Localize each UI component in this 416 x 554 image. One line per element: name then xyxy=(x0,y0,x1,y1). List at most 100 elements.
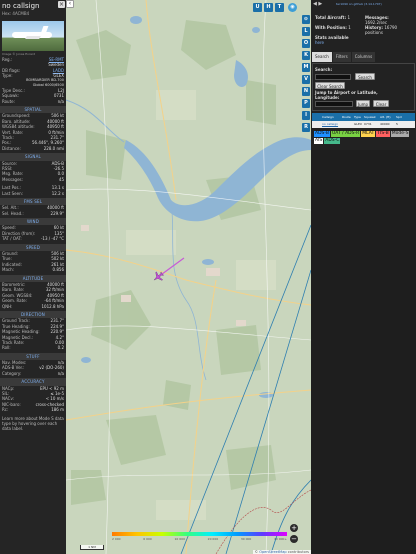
info-label[interactable]: Sel. Head.: xyxy=(2,211,24,216)
map-button-n[interactable]: N xyxy=(302,87,310,96)
signal-list: Source: ADS-B RSSI: -26.5 Msg. Rate: 0.0 Messa… xyxy=(0,161,66,183)
info-label[interactable]: Last Seen: xyxy=(2,191,23,196)
info-label[interactable]: Rc: xyxy=(2,407,8,412)
close-icon[interactable]: × xyxy=(58,1,65,8)
info-value: 229.9° xyxy=(50,210,64,216)
info-value: 45 xyxy=(58,176,64,182)
info-value: 0.856 xyxy=(52,267,64,273)
top-button-u[interactable]: U xyxy=(253,3,262,12)
accuracy-list: NACp: EPU < 92 m SIL: ≤ 1e-5 NACv: < 10 m/s NI… xyxy=(0,386,66,413)
fms-list: Sel. Alt.: 40000 ft Sel. Head.: 229.9° xyxy=(0,205,66,216)
map-button-i[interactable]: I xyxy=(302,111,310,120)
source-badge: Mode-S xyxy=(390,131,410,137)
map-button-r[interactable]: R xyxy=(302,123,310,132)
history: History: 16790 positions xyxy=(365,25,398,35)
search-input[interactable] xyxy=(315,74,351,80)
map-view[interactable]: ‹ U H T ◉ ⊙ L O K M V N P I R + − 2 000 6… xyxy=(66,0,311,554)
map-button-v[interactable]: V xyxy=(302,75,310,84)
col-type[interactable]: Type xyxy=(352,113,362,121)
info-value: 186 m xyxy=(51,407,64,413)
top-button-h[interactable]: H xyxy=(264,3,273,12)
col-spd[interactable]: Spd xyxy=(394,113,404,121)
info-value: -13 / -47 °C xyxy=(40,236,64,242)
col-route[interactable]: Route xyxy=(340,113,352,121)
top-button-t[interactable]: T xyxy=(275,3,284,12)
jump-button[interactable]: Jump xyxy=(356,100,370,107)
collapse-left-button[interactable]: ‹ xyxy=(66,0,74,8)
map-canvas[interactable] xyxy=(66,0,311,554)
clear-button[interactable]: Clear xyxy=(373,100,389,107)
panel-toggle-arrows[interactable]: ◀ ▶ xyxy=(313,1,322,7)
source-badge: MLAT xyxy=(361,131,376,137)
info-value: n/a xyxy=(57,370,64,376)
row-spd: 5 xyxy=(396,122,398,126)
altitude-list: Barometric: 40000 ft Baro. Rate: 32 ft/min G… xyxy=(0,282,66,309)
col-squawk[interactable]: Squawk xyxy=(362,113,378,121)
clear-search-button[interactable]: Clear Search xyxy=(315,82,345,89)
table-row[interactable]: no callsign GLEX 0731 40000 5 xyxy=(312,121,415,128)
source-badge: TIS-B xyxy=(376,131,390,137)
jump-input[interactable] xyxy=(315,101,353,107)
typename-row: BOMBARDIER BD-700 Global 6000/6500 xyxy=(26,78,64,88)
info-label[interactable]: QNH: xyxy=(2,304,13,309)
map-button-o[interactable]: O xyxy=(302,39,310,48)
with-position: With Position: 1 xyxy=(315,25,351,30)
row-callsign[interactable]: no callsign xyxy=(320,121,340,128)
source-badge: ADS-C xyxy=(324,138,341,144)
map-button-l[interactable]: L xyxy=(302,27,310,36)
row-alt: 40000 xyxy=(380,122,390,126)
section-spatial: SPATIAL xyxy=(0,106,66,114)
stats-link[interactable]: here xyxy=(315,40,365,45)
source-badge: AIS xyxy=(314,138,324,144)
info-label[interactable]: Mach: xyxy=(2,267,14,272)
info-row: Mach: 0.856 xyxy=(0,267,66,272)
section-speed: SPEED xyxy=(0,243,66,252)
panel-tabs: Search Filters Columns xyxy=(312,52,376,62)
search-button[interactable]: Search xyxy=(355,73,375,80)
map-button-p[interactable]: P xyxy=(302,99,310,108)
tab-filters[interactable]: Filters xyxy=(332,52,351,62)
layers-icon[interactable]: ◉ xyxy=(288,3,297,12)
col-callsign[interactable]: Callsign xyxy=(320,113,340,121)
info-row: Last Seen: 12.2 s xyxy=(0,191,66,196)
info-label[interactable]: Roll: xyxy=(2,345,11,350)
tab-columns[interactable]: Columns xyxy=(351,52,376,62)
signal-timing-list: Last Pos.: 13.1 s Last Seen: 12.2 s xyxy=(0,185,66,196)
messages-rate: Messages: 1692.2/sec xyxy=(365,15,389,25)
section-direction: DIRECTION xyxy=(0,310,66,319)
wind-list: Speed: 60 kt Direction (from): 135° TAT / OA… xyxy=(0,225,66,241)
section-stuff: STUFF xyxy=(0,352,66,361)
info-value: 228.0 nmi xyxy=(43,145,64,151)
info-row: Sel. Head.: 229.9° xyxy=(0,211,66,216)
map-button-m[interactable]: M xyxy=(302,63,310,72)
zoom-out-button[interactable]: − xyxy=(290,535,298,543)
zoom-in-button[interactable]: + xyxy=(290,524,298,532)
github-link[interactable]: tar1090 on github (3.14.1707) xyxy=(336,2,382,6)
col-alt[interactable]: Alt. (ft) xyxy=(378,113,394,121)
table-header: Callsign Route Type Squawk Alt. (ft) Spd xyxy=(312,113,415,121)
info-row: QNH: 1012.8 hPa xyxy=(0,304,66,309)
selected-hex: Hex: 4ACMB4 xyxy=(2,11,30,17)
map-button-k[interactable]: K xyxy=(302,51,310,60)
stuff-list: Nav. Modes: n/a ADS-B Ver.: v2 (DO-260) Cate… xyxy=(0,360,66,376)
info-label[interactable]: TAT / OAT: xyxy=(2,236,22,241)
info-label[interactable]: Distance: xyxy=(2,146,21,151)
altitude-color-legend xyxy=(112,532,287,536)
stats-available: Stats available here xyxy=(315,35,365,45)
aircraft-photo[interactable] xyxy=(2,20,64,51)
source-legend: ADS-B UAT / ADS-R MLAT TIS-B Mode-S AIS ADS-C xyxy=(314,131,414,144)
section-altitude: ALTITUDE xyxy=(0,274,66,282)
info-row: Roll: 0.2 xyxy=(0,345,66,350)
row-squawk: 0731 xyxy=(364,122,372,126)
osm-link[interactable]: OpenStreetMap xyxy=(259,550,286,554)
stats-block: Total Aircraft: 1 Messages: 1692.2/sec Wi… xyxy=(315,15,415,45)
spatial-list: Groundspeed: 506 kt Baro. altitude: 40000 f… xyxy=(0,113,66,151)
info-label[interactable]: Messages: xyxy=(2,177,23,182)
info-value: 1012.8 hPa xyxy=(41,303,65,309)
info-label[interactable]: Category: xyxy=(2,371,21,376)
tab-search[interactable]: Search xyxy=(312,52,332,62)
info-row: TAT / OAT: -13 / -47 °C xyxy=(0,236,66,241)
section-signal: SIGNAL xyxy=(0,153,66,161)
row-type: GLEX xyxy=(354,122,362,126)
map-button-settings[interactable]: ⊙ xyxy=(302,15,310,24)
